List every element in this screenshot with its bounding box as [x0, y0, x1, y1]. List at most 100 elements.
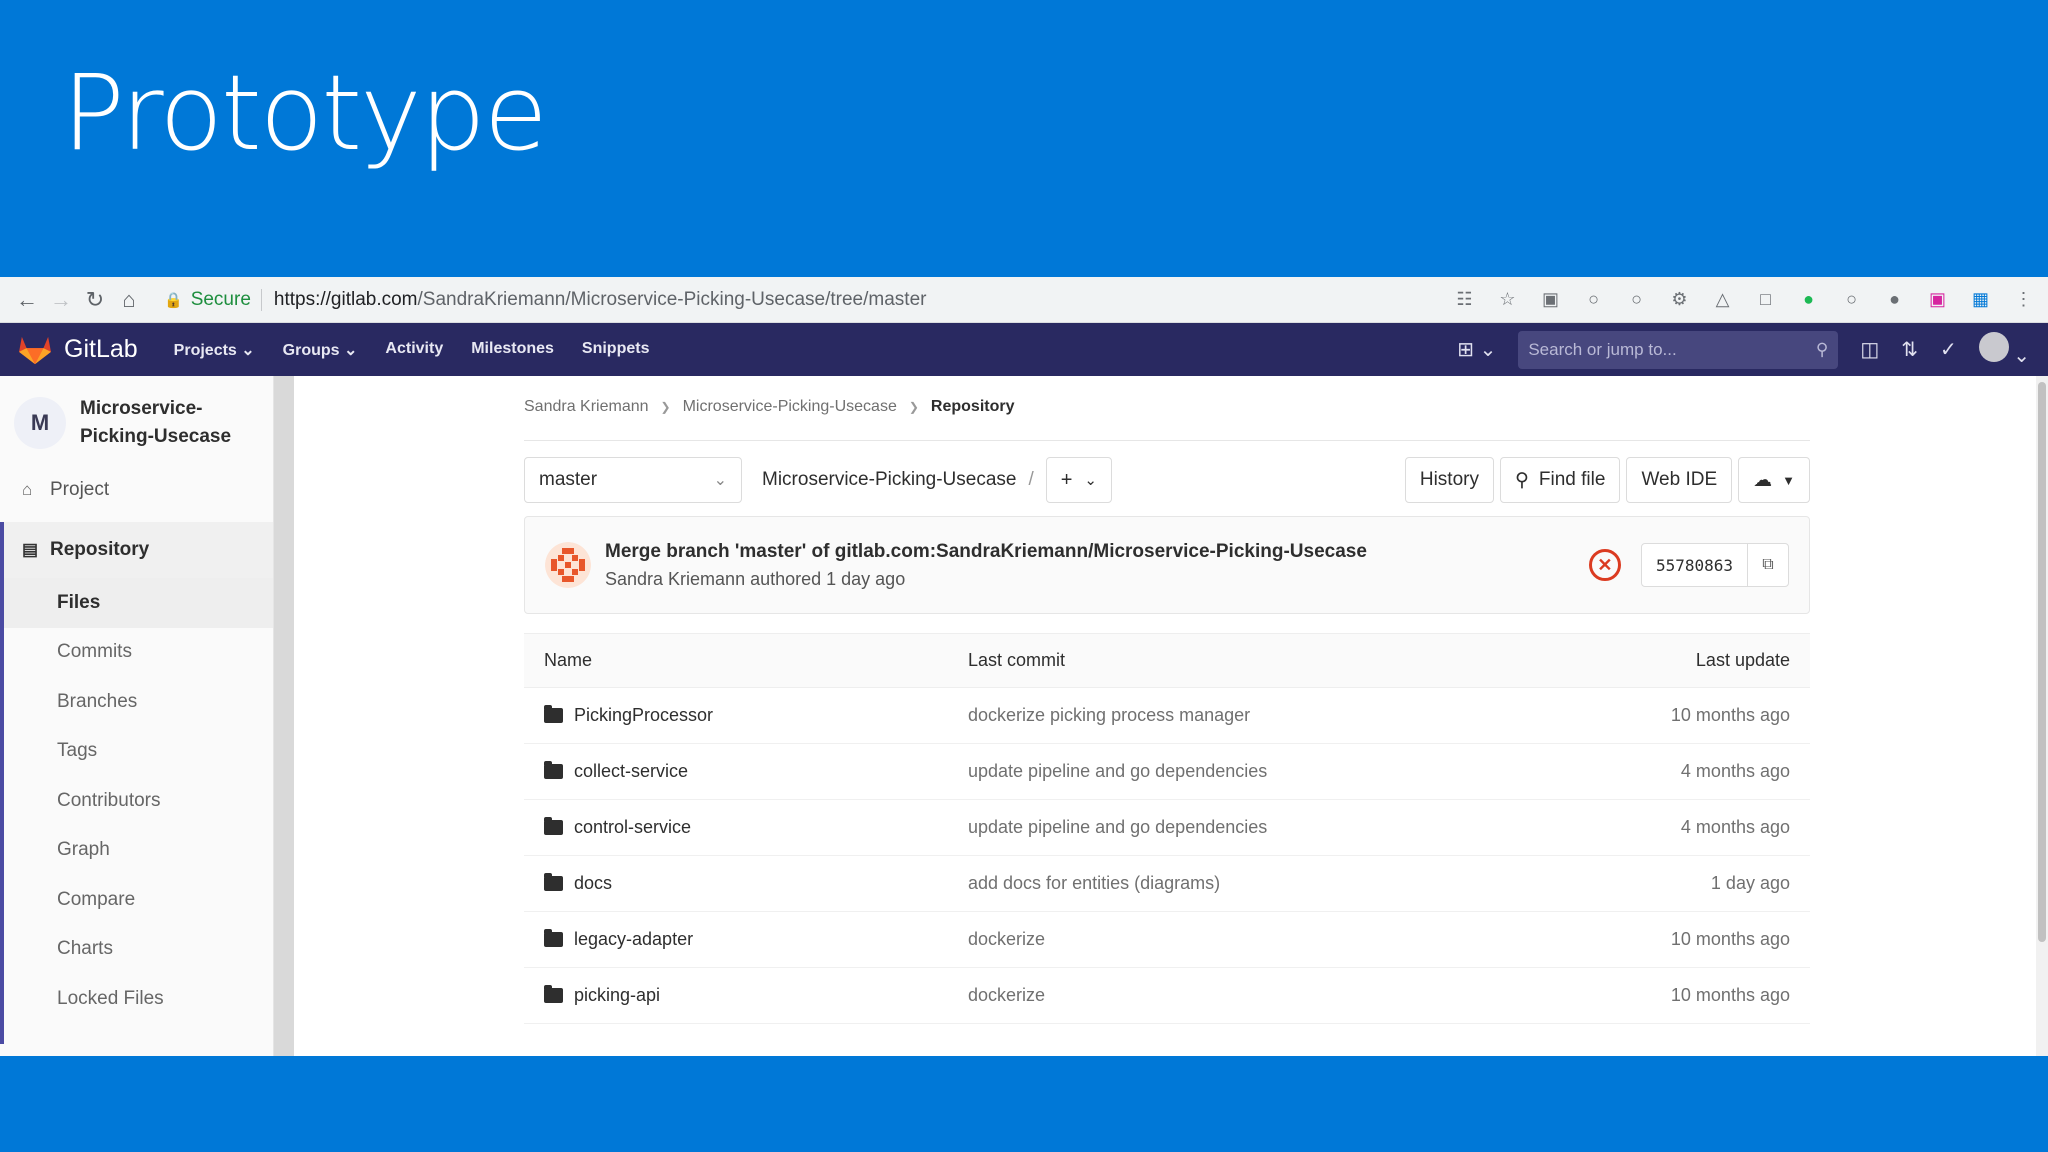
- extension-icon[interactable]: ▣: [1536, 285, 1565, 314]
- menu-snippets[interactable]: Snippets: [582, 340, 650, 360]
- commit-message-cell[interactable]: update pipeline and go dependencies: [968, 761, 1590, 782]
- sidebar-subitem-contributors[interactable]: Contributors: [0, 776, 273, 826]
- page-scrollbar-thumb[interactable]: [2038, 382, 2046, 942]
- user-menu[interactable]: ⌄: [1978, 331, 2030, 368]
- file-name-cell[interactable]: PickingProcessor: [524, 705, 968, 726]
- sidebar-subitem-graph[interactable]: Graph: [0, 825, 273, 875]
- table-header: Name Last commit Last update: [524, 633, 1810, 688]
- breadcrumb-project[interactable]: Microservice-Picking-Usecase: [683, 398, 897, 416]
- web-ide-button[interactable]: Web IDE: [1626, 457, 1733, 503]
- last-update-cell: 10 months ago: [1670, 985, 1790, 1005]
- merge-requests-icon[interactable]: ⇅: [1901, 337, 1918, 362]
- sidebar-subitem-compare[interactable]: Compare: [0, 875, 273, 925]
- folder-icon: [544, 817, 563, 835]
- sidebar-subitem-locked-files[interactable]: Locked Files: [0, 974, 273, 1024]
- extension-icon[interactable]: △: [1708, 285, 1737, 314]
- extension-icon[interactable]: ○: [1837, 285, 1866, 314]
- commit-message-cell[interactable]: add docs for entities (diagrams): [968, 873, 1590, 894]
- menu-activity[interactable]: Activity: [385, 340, 443, 360]
- menu-projects[interactable]: Projects ⌄: [174, 340, 255, 360]
- top-menu: Projects ⌄ Groups ⌄ Activity Milestones …: [174, 340, 650, 360]
- avatar: [1978, 331, 2009, 362]
- find-file-button[interactable]: ⚲ Find file: [1499, 457, 1621, 503]
- last-update-cell: 10 months ago: [1670, 929, 1790, 949]
- file-name-cell[interactable]: control-service: [524, 817, 968, 838]
- divider: [260, 288, 262, 311]
- sidebar-subitem-files[interactable]: Files: [0, 578, 273, 628]
- extension-icon[interactable]: ●: [1880, 285, 1909, 314]
- search-input[interactable]: Search or jump to... ⚲: [1518, 330, 1839, 369]
- download-cloud-icon: ☁: [1753, 469, 1773, 491]
- commit-title[interactable]: Merge branch 'master' of gitlab.com:Sand…: [605, 541, 1367, 563]
- table-row: control-service update pipeline and go d…: [524, 800, 1810, 856]
- branch-select[interactable]: master ⌄: [524, 457, 742, 503]
- folder-icon: [544, 873, 563, 891]
- commit-sha[interactable]: 55780863: [1642, 544, 1748, 586]
- commit-message-cell[interactable]: dockerize picking process manager: [968, 705, 1590, 726]
- add-file-dropdown[interactable]: + ⌄: [1045, 457, 1112, 503]
- folder-icon: [544, 985, 563, 1003]
- secure-label: Secure: [190, 288, 251, 310]
- extension-icon[interactable]: ⚙: [1665, 285, 1694, 314]
- sidebar-project-header[interactable]: M Microservice-Picking-Usecase: [0, 376, 273, 456]
- menu-groups[interactable]: Groups ⌄: [283, 340, 358, 360]
- back-icon[interactable]: ←: [10, 283, 44, 317]
- extension-icon[interactable]: ○: [1622, 285, 1651, 314]
- chevron-down-icon: ⌄: [1084, 472, 1097, 489]
- table-row: collect-service update pipeline and go d…: [524, 744, 1810, 800]
- sidebar-subitem-tags[interactable]: Tags: [0, 726, 273, 776]
- sidebar-subitem-branches[interactable]: Branches: [0, 677, 273, 727]
- reload-icon[interactable]: ↻: [78, 283, 112, 317]
- column-header-name: Name: [544, 650, 593, 670]
- file-name-cell[interactable]: docs: [524, 873, 968, 894]
- author-identicon-avatar[interactable]: [545, 542, 591, 588]
- new-item-plus-icon[interactable]: ⊞ ⌄: [1457, 337, 1496, 362]
- home-icon: ⌂: [22, 480, 33, 499]
- commit-message-cell[interactable]: update pipeline and go dependencies: [968, 817, 1590, 838]
- issues-icon[interactable]: ◫: [1860, 337, 1879, 362]
- table-row: docs add docs for entities (diagrams) 1 …: [524, 856, 1810, 912]
- file-name-cell[interactable]: picking-api: [524, 985, 968, 1006]
- repo-path-link[interactable]: Microservice-Picking-Usecase: [762, 469, 1016, 491]
- chevron-down-icon: ⌄: [2013, 344, 2030, 367]
- sidebar-item-repository[interactable]: ▤ Repository: [0, 522, 273, 578]
- copy-icon[interactable]: ⧉: [1748, 544, 1788, 586]
- pipeline-failed-icon[interactable]: ✕: [1588, 549, 1621, 581]
- file-name-cell[interactable]: collect-service: [524, 761, 968, 782]
- forward-icon[interactable]: →: [44, 283, 78, 317]
- gitlab-logo[interactable]: GitLab: [18, 335, 138, 365]
- history-button[interactable]: History: [1404, 457, 1494, 503]
- extension-icon[interactable]: □: [1751, 285, 1780, 314]
- gitlab-fox-icon: [19, 336, 51, 364]
- home-icon[interactable]: ⌂: [112, 283, 146, 317]
- breadcrumb-user[interactable]: Sandra Kriemann: [524, 398, 649, 416]
- navbar-right: ⊞ ⌄ Search or jump to... ⚲ ◫ ⇅ ✓ ⌄: [1457, 330, 2030, 369]
- commit-message-cell[interactable]: dockerize: [968, 929, 1590, 950]
- instagram-icon[interactable]: ▣: [1923, 285, 1952, 314]
- document-icon: ▤: [22, 540, 39, 559]
- commit-message-cell[interactable]: dockerize: [968, 985, 1590, 1006]
- sidebar-subitem-commits[interactable]: Commits: [0, 627, 273, 677]
- menu-milestones[interactable]: Milestones: [471, 340, 554, 360]
- breadcrumb-current[interactable]: Repository: [931, 398, 1015, 416]
- windows-icon[interactable]: ▦: [1966, 285, 1995, 314]
- address-bar[interactable]: 🔒 Secure https://gitlab.com/SandraKriema…: [154, 283, 1442, 317]
- extensions-bar: ☷ ☆ ▣ ○ ○ ⚙ △ □ ● ○ ● ▣ ▦ ⋮: [1450, 285, 2038, 314]
- bookmark-star-icon[interactable]: ☆: [1493, 285, 1522, 314]
- todos-icon[interactable]: ✓: [1940, 337, 1957, 362]
- menu-kebab-icon[interactable]: ⋮: [2009, 285, 2038, 314]
- sidebar-item-project[interactable]: ⌂ Project: [0, 462, 273, 518]
- sidebar-subitem-charts[interactable]: Charts: [0, 924, 273, 974]
- sidebar-scrollbar[interactable]: [274, 376, 294, 1056]
- file-name-cell[interactable]: legacy-adapter: [524, 929, 968, 950]
- column-header-last-commit: Last commit: [968, 650, 1066, 670]
- url-host: https://gitlab.com: [273, 288, 418, 310]
- translate-icon[interactable]: ☷: [1450, 285, 1479, 314]
- table-row: legacy-adapter dockerize 10 months ago: [524, 912, 1810, 968]
- download-dropdown-button[interactable]: ☁ ▼: [1738, 457, 1810, 503]
- last-update-cell: 4 months ago: [1680, 761, 1790, 781]
- extension-icon[interactable]: ●: [1794, 285, 1823, 314]
- table-row: picking-api dockerize 10 months ago: [524, 968, 1810, 1024]
- skype-icon[interactable]: ○: [1579, 285, 1608, 314]
- project-name: Microservice-Picking-Usecase: [80, 398, 232, 447]
